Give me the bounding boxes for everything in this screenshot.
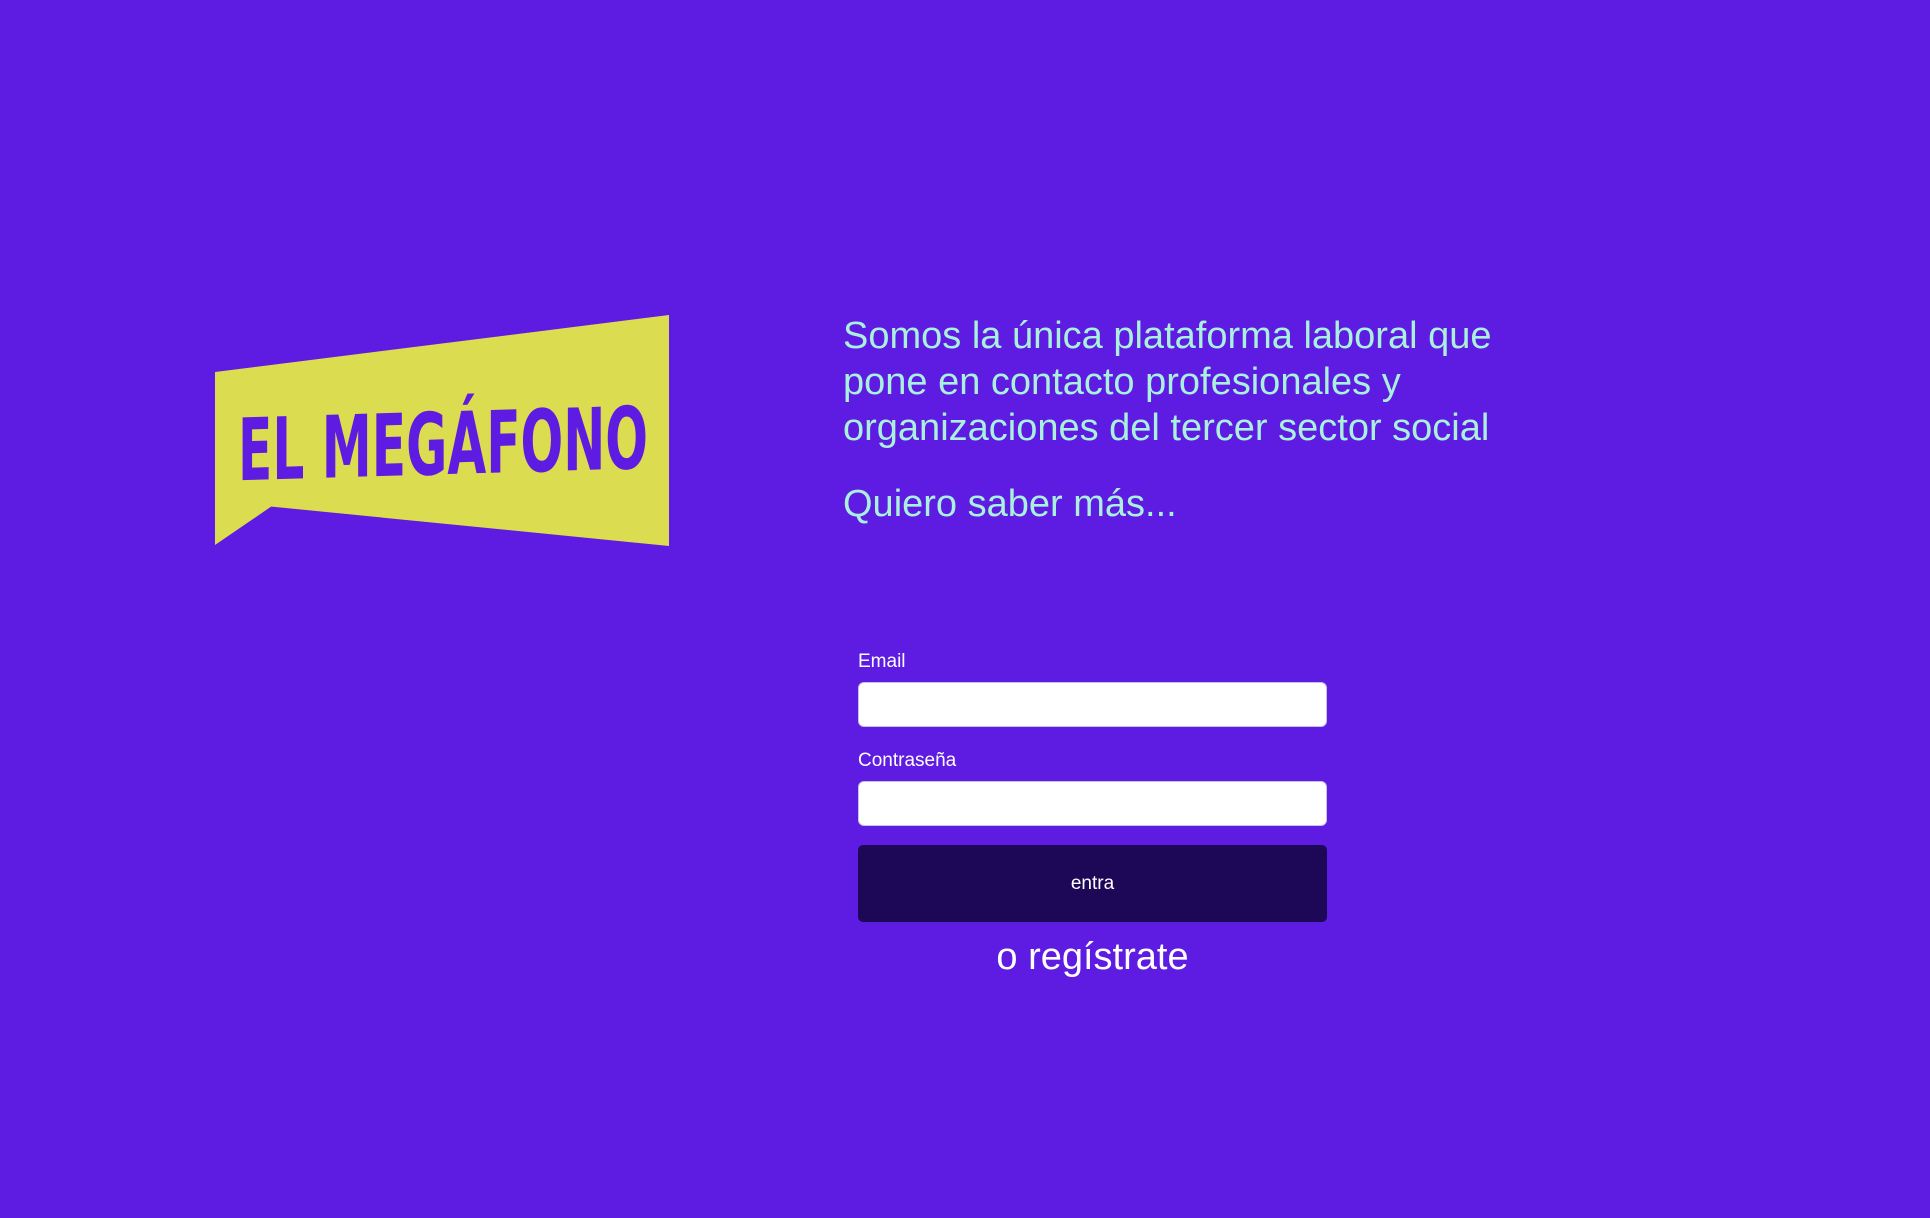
login-page: EL MEGÁFONO Somos la única plataforma la… [0, 0, 1930, 1218]
logo-speech-tail [215, 499, 272, 545]
email-label: Email [858, 651, 906, 672]
login-form: Email Contraseña entra o regístrate [858, 650, 1327, 978]
email-field[interactable] [858, 682, 1327, 727]
hero-tagline: Somos la única plataforma laboral que po… [843, 315, 1492, 449]
login-button[interactable]: entra [858, 845, 1327, 922]
register-link[interactable]: o regístrate [858, 936, 1327, 978]
password-field[interactable] [858, 781, 1327, 826]
el-megafono-logo: EL MEGÁFONO [215, 315, 671, 547]
logo-text: EL MEGÁFONO [238, 389, 648, 501]
learn-more-link[interactable]: Quiero saber más... [843, 481, 1177, 527]
password-label: Contraseña [858, 750, 957, 771]
